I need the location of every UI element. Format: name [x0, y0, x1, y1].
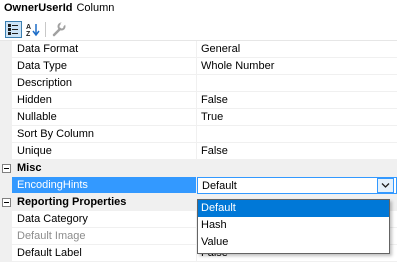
property-name: Default Label: [12, 245, 197, 262]
category-misc[interactable]: Misc: [0, 160, 397, 177]
category-label: Reporting Properties: [17, 196, 127, 208]
property-name: Sort By Column: [12, 126, 197, 143]
property-name: Unique: [12, 143, 197, 160]
property-row-data-type[interactable]: Data Type Whole Number: [0, 58, 397, 75]
categorized-icon: [6, 22, 21, 37]
property-name: Data Category: [12, 211, 197, 228]
property-row-hidden[interactable]: Hidden False: [0, 92, 397, 109]
dropdown-option-hash[interactable]: Hash: [198, 217, 389, 234]
wrench-icon: [50, 21, 67, 38]
property-name: Data Format: [12, 41, 197, 58]
chevron-down-icon: [378, 182, 393, 189]
property-value[interactable]: General: [197, 41, 397, 58]
category-label: Misc: [17, 162, 42, 174]
property-value[interactable]: False: [197, 143, 397, 160]
object-type: Column: [76, 2, 115, 14]
property-row-description[interactable]: Description: [0, 75, 397, 92]
alphabetical-sort-icon: A Z: [25, 21, 42, 38]
svg-text:A: A: [26, 24, 31, 31]
property-name: EncodingHints: [12, 177, 197, 194]
encoding-hints-dropdown-list: Default Hash Value: [197, 199, 390, 254]
property-name: Hidden: [12, 92, 197, 109]
property-row-sort-by-column[interactable]: Sort By Column: [0, 126, 397, 143]
property-value[interactable]: [197, 75, 397, 92]
alphabetical-button[interactable]: A Z: [25, 21, 42, 38]
property-value[interactable]: True: [197, 109, 397, 126]
encoding-hints-select[interactable]: Default: [197, 177, 397, 194]
properties-title-bar: OwnerUserId Column: [0, 0, 397, 18]
property-name: Default Image: [12, 228, 197, 245]
property-name: Nullable: [12, 109, 197, 126]
dropdown-option-value[interactable]: Value: [198, 234, 389, 251]
property-row-data-format[interactable]: Data Format General: [0, 41, 397, 58]
categorized-button[interactable]: [5, 21, 22, 38]
object-name: OwnerUserId: [4, 2, 73, 14]
property-name: Description: [12, 75, 197, 92]
property-pages-button[interactable]: [50, 21, 67, 38]
dropdown-button[interactable]: [377, 178, 394, 193]
collapse-icon[interactable]: [2, 164, 11, 173]
dropdown-option-default[interactable]: Default: [198, 200, 389, 217]
property-value[interactable]: [197, 126, 397, 143]
property-value[interactable]: False: [197, 92, 397, 109]
property-name: Data Type: [12, 58, 197, 75]
property-row-unique[interactable]: Unique False: [0, 143, 397, 160]
properties-toolbar: A Z: [0, 18, 397, 40]
property-value[interactable]: Whole Number: [197, 58, 397, 75]
property-row-nullable[interactable]: Nullable True: [0, 109, 397, 126]
property-row-encoding-hints[interactable]: EncodingHints Default: [0, 177, 397, 194]
toolbar-separator: [45, 22, 46, 37]
svg-text:Z: Z: [26, 31, 31, 38]
collapse-icon[interactable]: [2, 198, 11, 207]
